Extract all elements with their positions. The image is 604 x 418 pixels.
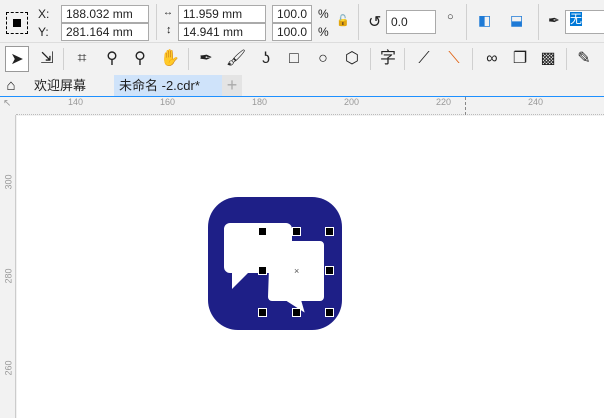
ellipse-tool[interactable]: ○ [311,46,335,72]
property-bar: X: Y: 188.032 mm 281.164 mm ↔ ↕ 11.959 m… [0,0,604,43]
horizontal-ruler[interactable]: 140 160 180 200 220 240 [16,97,604,115]
connector-tool[interactable]: ⟍ [442,46,466,72]
home-icon[interactable]: ⌂ [0,75,22,96]
ruler-label: 240 [528,97,544,107]
selection-handle[interactable] [258,227,267,236]
ruler-label: 280 [3,268,14,284]
rectangle-tool[interactable]: □ [282,46,306,72]
zoom-out-tool[interactable]: ⚲ [128,46,152,72]
ruler-label: 200 [344,97,360,107]
pen-tool[interactable]: ✒ [194,46,218,72]
blend-tool[interactable]: ∞ [480,46,504,72]
percent-label: % [318,7,329,21]
tab-document[interactable]: 未命名 -2.cdr* [114,75,222,96]
pan-tool[interactable]: ✋ [158,46,182,72]
text-tool[interactable]: 字 [376,46,400,72]
height-input[interactable]: 14.941 mm [178,23,266,41]
lock-ratio-icon[interactable]: 🔓 [336,14,350,27]
eyedropper-tool[interactable]: ✎ [572,46,596,72]
ruler-label: 260 [3,360,14,376]
y-position-input[interactable]: 281.164 mm [61,23,149,41]
selection-handle[interactable] [325,266,334,275]
ruler-label: 220 [436,97,452,107]
outline-pen-icon: ✒ [548,12,560,28]
ruler-label: 300 [3,174,14,190]
rotation-input[interactable]: 0.0 [386,10,436,34]
add-tab-button[interactable]: + [222,75,242,96]
dimension-tool[interactable]: ⟋ [412,46,436,72]
zoom-tool[interactable]: ⚲ [100,46,124,72]
height-icon: ↕ [166,24,172,36]
ruler-label: 140 [68,97,84,107]
tab-welcome[interactable]: 欢迎屏幕 [22,75,114,96]
pick-tool[interactable]: ➤ [5,46,29,72]
selection-handle[interactable] [325,308,334,317]
width-icon: ↔ [163,7,173,18]
chat-icon-graphic[interactable] [208,197,343,331]
crop-tool[interactable]: ⌗ [70,46,94,72]
x-label: X: [38,7,50,21]
drawing-canvas[interactable]: × [17,116,604,418]
x-position-input[interactable]: 188.032 mm [61,5,149,23]
selection-handle[interactable] [325,227,334,236]
drop-shadow-tool[interactable]: ❐ [508,46,532,72]
degree-icon: ○ [447,11,454,23]
mirror-vertical-icon[interactable]: ⬓ [510,12,523,29]
percent-label: % [318,25,329,39]
polygon-tool[interactable]: ⬡ [340,46,364,72]
selection-handle[interactable] [292,227,301,236]
center-marker-icon: × [294,266,300,276]
selection-handle[interactable] [258,266,267,275]
outline-value: 无 [570,12,583,26]
selection-handle[interactable] [292,308,301,317]
ruler-label: 180 [252,97,268,107]
scale-y-input[interactable]: 100.0 [272,23,312,41]
brush-tool[interactable]: 🖌 [224,46,248,72]
width-input[interactable]: 11.959 mm [178,5,266,23]
selection-handle[interactable] [258,308,267,317]
reference-point-icon[interactable] [6,12,28,34]
outline-width-select[interactable]: 无 [565,10,604,34]
y-label: Y: [38,25,49,39]
rotate-icon: ↺ [368,14,382,31]
transparency-tool[interactable]: ▩ [536,46,560,72]
scale-x-input[interactable]: 100.0 [272,5,312,23]
ruler-origin-icon[interactable]: ↖ [3,98,11,109]
shape-tool[interactable]: ⇲ [35,46,59,72]
freehand-tool[interactable]: ʖ [254,46,278,72]
mirror-horizontal-icon[interactable]: ◧ [478,12,491,29]
ruler-label: 160 [160,97,176,107]
vertical-ruler[interactable]: 300 280 260 [0,115,16,418]
